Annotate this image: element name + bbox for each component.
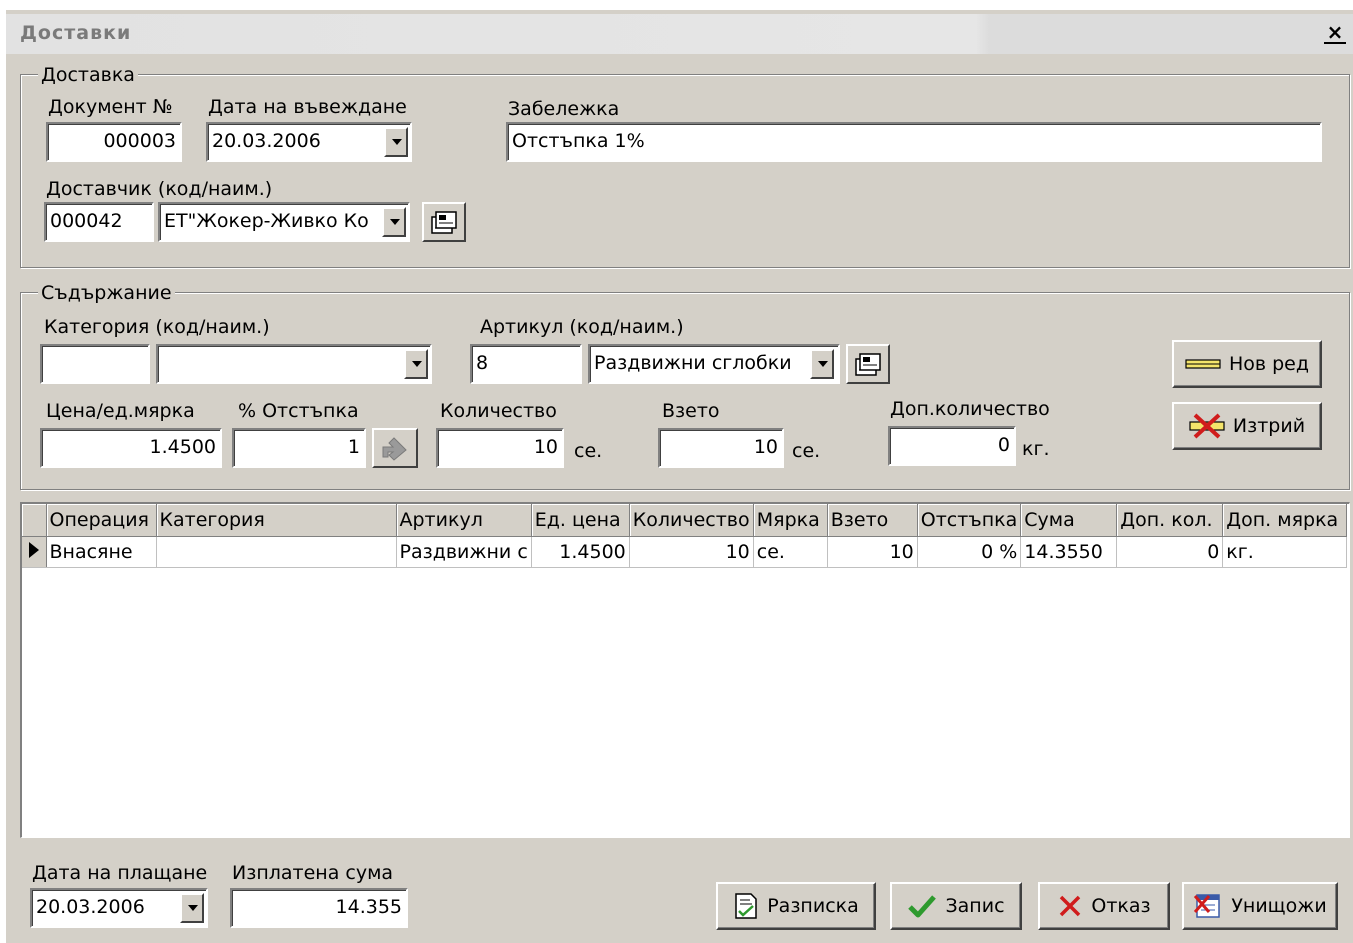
article-name-field[interactable]: Раздвижни сглобки (588, 344, 840, 384)
col-header-quantity[interactable]: Количество (629, 504, 754, 537)
title-bar[interactable] (6, 14, 1353, 54)
cell-taken[interactable]: 10 (827, 536, 918, 568)
doc-number-field[interactable]: 000003 (46, 122, 182, 162)
undo-arrow-icon (382, 437, 407, 461)
paid-amount-label: Изплатена сума (232, 862, 394, 884)
article-dropdown-button[interactable] (810, 349, 834, 379)
additional-qty-label: Доп.количество (890, 398, 1050, 420)
cell-category[interactable] (156, 536, 397, 568)
note-field[interactable]: Отстъпка 1% (506, 122, 1322, 162)
new-row-button[interactable]: Нов ред (1172, 340, 1322, 388)
delete-row-label: Изтрий (1232, 415, 1306, 437)
category-dropdown-button[interactable] (404, 349, 428, 379)
discount-field[interactable]: 1 (232, 428, 366, 468)
note-label: Забележка (508, 98, 620, 120)
save-label: Запис (945, 895, 1005, 917)
supplier-label: Доставчик (код/наим.) (46, 178, 273, 200)
current-row-arrow-icon (29, 541, 39, 558)
destroy-label: Унищожи (1231, 895, 1327, 917)
cancel-button[interactable]: Отказ (1038, 882, 1170, 930)
discount-label: % Отстъпка (238, 400, 359, 422)
supplier-details-button[interactable] (422, 202, 466, 242)
save-button[interactable]: Запис (890, 882, 1022, 930)
receipt-label: Разписка (767, 895, 859, 917)
cell-discount[interactable]: 0 % (917, 536, 1022, 568)
delivery-group-title: Доставка (38, 64, 138, 86)
cell-operation[interactable]: Внасяне (46, 536, 157, 568)
card-file-icon (431, 211, 457, 234)
cell-article[interactable]: Раздвижни с (396, 536, 532, 568)
quantity-unit: се. (574, 440, 603, 462)
category-code-field[interactable] (40, 344, 150, 384)
supplier-dropdown-button[interactable] (382, 207, 406, 237)
article-label: Артикул (код/наим.) (480, 316, 684, 338)
cell-measure[interactable]: се. (753, 536, 828, 568)
check-icon (908, 895, 937, 918)
grid-header-row: Операция Категория Артикул Ед. цена Коли… (22, 504, 1348, 537)
col-header-operation[interactable]: Операция (46, 504, 157, 537)
cell-sum[interactable]: 14.3550 (1020, 536, 1118, 568)
paid-amount-field[interactable]: 14.355 (230, 888, 408, 928)
payment-date-dropdown-button[interactable] (180, 893, 204, 923)
taken-field[interactable]: 10 (658, 428, 784, 468)
entry-date-label: Дата на въвеждане (208, 96, 407, 118)
col-header-add-measure[interactable]: Доп. мярка (1222, 504, 1348, 537)
col-header-article[interactable]: Артикул (396, 504, 532, 537)
col-header-taken[interactable]: Взето (827, 504, 918, 537)
table-row[interactable]: Внасяне Раздвижни с 1.4500 10 се. 10 0 %… (22, 536, 1348, 568)
destroy-button[interactable]: Унищожи (1182, 882, 1338, 930)
cell-unit-price[interactable]: 1.4500 (531, 536, 630, 568)
article-details-button[interactable] (846, 344, 890, 384)
entry-date-dropdown-button[interactable] (384, 127, 408, 157)
price-field[interactable]: 1.4500 (40, 428, 222, 468)
col-header-unit-price[interactable]: Ед. цена (531, 504, 630, 537)
category-label: Категория (код/наим.) (44, 316, 270, 338)
cancel-label: Отказ (1091, 895, 1151, 917)
card-file-icon (855, 353, 881, 376)
additional-qty-unit: кг. (1022, 438, 1050, 460)
col-header-measure[interactable]: Мярка (753, 504, 828, 537)
quantity-field[interactable]: 10 (436, 428, 564, 468)
deliveries-table: Операция Категория Артикул Ед. цена Коли… (22, 504, 1348, 568)
receipt-icon (735, 893, 757, 919)
price-label: Цена/ед.мярка (46, 400, 195, 422)
new-row-label: Нов ред (1228, 353, 1310, 375)
payment-date-label: Дата на плащане (32, 862, 208, 884)
col-header-category[interactable]: Категория (156, 504, 397, 537)
doc-number-label: Документ № (48, 96, 173, 118)
additional-qty-field[interactable]: 0 (888, 426, 1016, 466)
close-button[interactable]: × (1322, 20, 1348, 46)
quantity-label: Количество (440, 400, 557, 422)
apply-discount-button[interactable] (372, 428, 418, 468)
col-header-add-qty[interactable]: Доп. кол. (1116, 504, 1224, 537)
grid-header-indicator (22, 504, 47, 537)
delete-row-button[interactable]: Изтрий (1172, 402, 1322, 450)
entry-date-field[interactable]: 20.03.2006 (206, 122, 412, 162)
category-name-field[interactable] (156, 344, 432, 384)
supplier-name-field[interactable]: ЕТ"Жокер-Живко Ко (158, 202, 410, 242)
insert-row-icon (1185, 359, 1221, 369)
col-header-sum[interactable]: Сума (1020, 504, 1118, 537)
cell-add-qty[interactable]: 0 (1116, 536, 1224, 568)
content-group-title: Съдържание (38, 282, 175, 304)
destroy-document-icon (1194, 894, 1221, 918)
deliveries-grid[interactable]: Операция Категория Артикул Ед. цена Коли… (20, 502, 1350, 838)
receipt-button[interactable]: Разписка (716, 882, 876, 930)
row-indicator (22, 536, 47, 568)
cell-add-measure[interactable]: кг. (1222, 536, 1348, 568)
delete-row-icon (1189, 413, 1225, 439)
cross-icon (1060, 895, 1081, 917)
article-code-field[interactable]: 8 (470, 344, 582, 384)
supplier-code-field[interactable]: 000042 (44, 202, 154, 242)
cell-quantity[interactable]: 10 (629, 536, 754, 568)
col-header-discount[interactable]: Отстъпка (917, 504, 1022, 537)
taken-label: Взето (662, 400, 720, 422)
taken-unit: се. (792, 440, 821, 462)
window-title: Доставки (20, 22, 132, 44)
